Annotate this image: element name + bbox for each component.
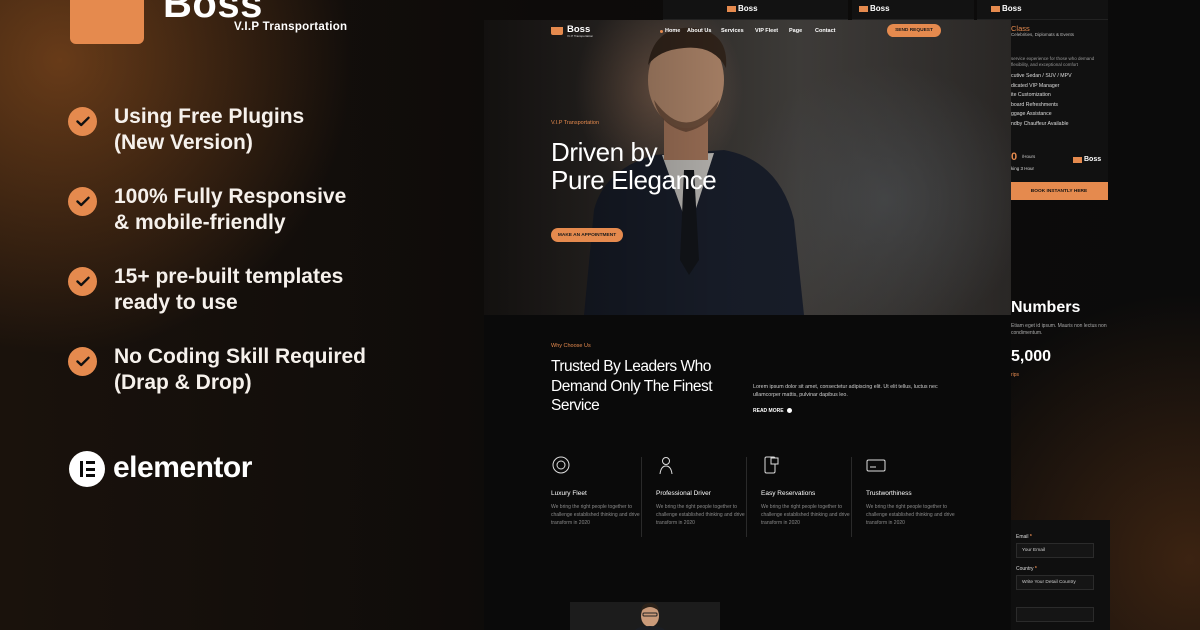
feature-item: No Coding Skill Required (Drap & Drop) [68,344,428,424]
read-more-link[interactable]: READ MORE [753,408,792,414]
why-title: Trusted By Leaders Who Demand Only The Fi… [551,358,713,414]
feature-title: Easy Reservations [761,490,816,497]
book-instantly-button[interactable]: BOOK INSTANTLY HERE [1010,182,1108,200]
crown-icon [551,27,563,35]
check-icon [68,107,97,136]
brand-tagline: V.I.P Transportation [234,21,348,33]
nav-item-page[interactable]: Page [789,28,802,34]
feature-text: We bring the right people together to ch… [551,504,640,526]
service-brand: Boss [1084,156,1102,163]
service-description: service experience for those who demand … [1011,56,1095,67]
chauffeur-icon [659,457,673,475]
elementor-logo-icon [69,451,105,487]
make-appointment-button[interactable]: MAKE AN APPOINTMENT [551,228,623,242]
list-item: ndby Chauffeur Available [1011,120,1069,127]
list-item: ggage Assistance [1011,111,1052,117]
back-preview-brand: Boss [870,4,890,13]
nav-item-contact[interactable]: Contact [815,28,835,34]
why-choose-us-section: Why Choose Us Trusted By Leaders Who Dema… [484,315,1011,630]
steering-wheel-icon [552,456,570,474]
elementor-badge: elementor [69,451,309,487]
divider [641,457,642,537]
feature-text: We bring the right people together to ch… [656,504,745,526]
preview-navbar: Boss V.I.P Transportation Home About Us … [484,20,1011,42]
numbers-label: rips [1011,372,1020,378]
crown-icon [991,6,1000,12]
numbers-text: Etiam eget id ipsum. Mauris non lectus n… [1011,323,1107,336]
feature-item: 100% Fully Responsive & mobile-friendly [68,184,428,264]
service-list: cutive Sedan / SUV / MPV dicated VIP Man… [1011,72,1072,129]
check-icon [68,267,97,296]
list-item: dicated VIP Manager [1011,82,1060,89]
brand-logo: Boss V.I.P Transportation [70,0,360,48]
service-price-note: king 3 Hour [1011,166,1035,171]
feature-text: Using Free Plugins (New Version) [114,105,305,154]
back-preview-brand: Boss [1002,4,1022,13]
nav-brand-sub: V.I.P Transportation [567,34,594,38]
service-card: Class Celebrities, Diplomats & Events se… [1010,20,1108,200]
nav-item-vip-fleet[interactable]: VIP Fleet [755,28,778,34]
feature-list: Using Free Plugins (New Version) 100% Ful… [68,104,428,424]
service-subtitle: Celebrities, Diplomats & Events [1011,32,1075,37]
back-preview-header: Boss [663,0,848,20]
email-label: Email * [1016,534,1032,540]
nav-item-services[interactable]: Services [721,28,744,34]
numbers-card: Numbers Etiam eget id ipsum. Mauris non … [1010,290,1120,400]
divider [851,457,852,537]
feature-title: Luxury Fleet [551,490,587,497]
feature-title: Professional Driver [656,490,711,497]
list-item: ite Customization [1011,92,1051,98]
website-preview: Boss V.I.P Transportation Home About Us … [484,20,1011,630]
nav-item-home[interactable]: Home [659,28,680,34]
card-icon [866,459,886,472]
phone-calendar-icon [764,456,779,474]
hero-section: Boss V.I.P Transportation Home About Us … [484,20,1011,315]
feature-item: Using Free Plugins (New Version) [68,104,428,184]
check-icon [68,347,97,376]
list-item: cutive Sedan / SUV / MPV [1011,73,1072,79]
arrow-right-icon [786,408,792,414]
numbers-title: Numbers [1011,299,1081,316]
select-field[interactable] [1016,607,1094,622]
hero-title: Driven by Pure Elegance [551,137,717,195]
elementor-wordmark: elementor [113,451,252,484]
feature-text: 15+ pre-built templates ready to use [114,265,344,314]
back-preview-header: Boss [852,0,974,20]
check-icon [68,187,97,216]
numbers-count: 5,000 [1011,348,1052,365]
feature-item: 15+ pre-built templates ready to use [68,264,428,344]
back-preview-brand: Boss [738,4,758,13]
team-preview [570,602,720,630]
email-field[interactable]: Your Email [1016,543,1094,558]
back-preview-header: Boss [977,0,1108,20]
send-request-button[interactable]: SEND REQUEST [887,24,941,37]
crown-icon [1073,157,1082,163]
feature-title: Trustworthiness [866,490,912,497]
crown-icon [859,6,868,12]
why-kicker: Why Choose Us [551,343,591,349]
country-field[interactable]: Write Your Detail Country [1016,575,1094,590]
nav-item-about[interactable]: About Us [687,28,711,34]
feature-text: We bring the right people together to ch… [866,504,955,526]
feature-text: We bring the right people together to ch… [761,504,850,526]
contact-form: Email * Your Email Country * Write Your … [1010,520,1110,630]
person-photo [635,603,665,630]
service-price-unit: /Hours [1022,154,1036,159]
feature-text: 100% Fully Responsive & mobile-friendly [114,185,347,234]
crown-icon [727,6,736,12]
why-description: Lorem ipsum dolor sit amet, consectetur … [753,384,938,398]
crown-logo-icon [70,0,144,44]
country-label: Country * [1016,566,1037,572]
feature-text: No Coding Skill Required (Drap & Drop) [114,345,367,394]
service-price: 0 [1011,151,1018,163]
hero-kicker: V.I.P Transportation [551,120,600,126]
list-item: board Refreshments [1011,101,1058,108]
divider [746,457,747,537]
